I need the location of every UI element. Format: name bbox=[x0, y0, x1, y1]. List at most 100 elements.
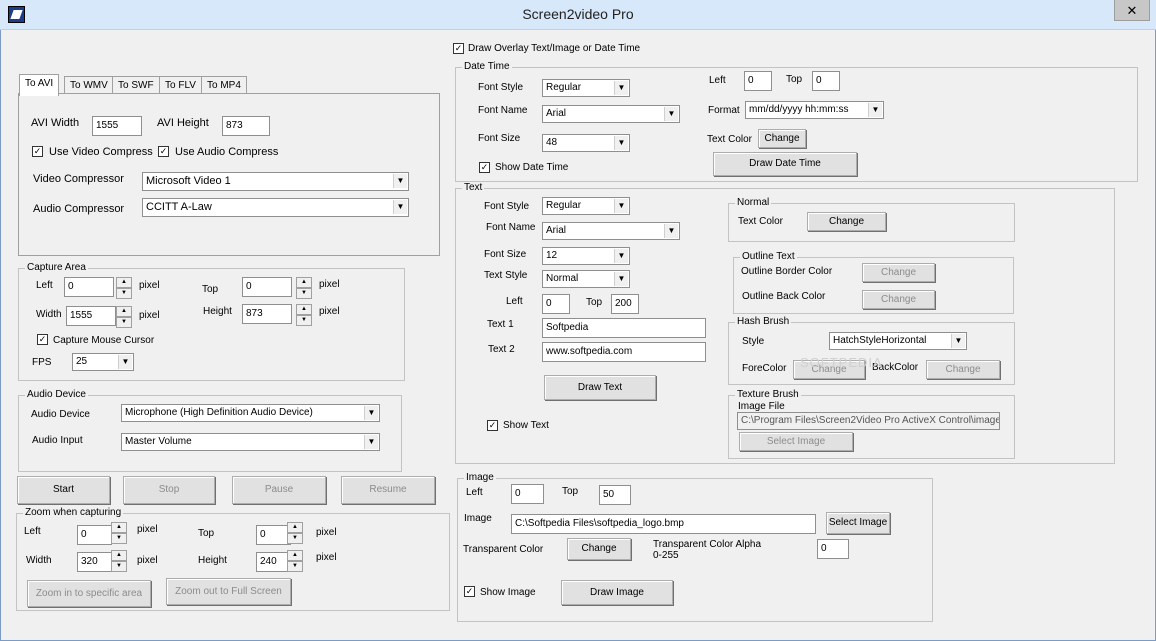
draw-image-button[interactable]: Draw Image bbox=[561, 580, 673, 605]
audio-device-select[interactable]: Microphone (High Definition Audio Device… bbox=[121, 404, 380, 422]
use-video-compress-label: Use Video Compress bbox=[49, 146, 153, 158]
zoom-out-button[interactable]: Zoom out to Full Screen bbox=[166, 578, 291, 605]
resume-button[interactable]: Resume bbox=[341, 476, 435, 504]
text1-input[interactable]: Softpedia bbox=[542, 318, 706, 338]
tab-to-mp4[interactable]: To MP4 bbox=[201, 76, 247, 94]
text-font-style-select[interactable]: Regular ▼ bbox=[542, 197, 630, 215]
image-path-input[interactable]: C:\Softpedia Files\softpedia_logo.bmp bbox=[511, 514, 816, 534]
outline-border-change-button[interactable]: Change bbox=[862, 263, 935, 282]
avi-width-input[interactable]: 1555 bbox=[92, 116, 142, 136]
text-style-select[interactable]: Normal ▼ bbox=[542, 270, 630, 288]
dt-font-size-select[interactable]: 48 ▼ bbox=[542, 134, 630, 152]
zoom-height-label: Height bbox=[198, 555, 227, 566]
use-video-compress-checkbox[interactable]: ✓ bbox=[32, 146, 43, 157]
zoom-top-spinner[interactable]: ▲ ▼ bbox=[287, 522, 303, 544]
start-button[interactable]: Start bbox=[17, 476, 110, 504]
text-font-name-select[interactable]: Arial ▼ bbox=[542, 222, 680, 240]
capture-height-spinner[interactable]: ▲ ▼ bbox=[296, 304, 312, 326]
zoom-in-button[interactable]: Zoom in to specific area bbox=[27, 580, 151, 607]
zoom-width-unit: pixel bbox=[137, 555, 158, 566]
texture-image-file-input[interactable]: C:\Program Files\Screen2Video Pro Active… bbox=[737, 412, 1000, 430]
audio-device-title: Audio Device bbox=[25, 389, 88, 400]
tab-to-swf[interactable]: To SWF bbox=[112, 76, 160, 94]
text2-input[interactable]: www.softpedia.com bbox=[542, 342, 706, 362]
text-color-label: Text Color bbox=[738, 216, 784, 227]
dt-font-name-select[interactable]: Arial ▼ bbox=[542, 105, 680, 123]
zoom-width-spinner[interactable]: ▲ ▼ bbox=[111, 550, 127, 572]
capture-width-unit: pixel bbox=[139, 310, 160, 321]
fps-select[interactable]: 25 ▼ bbox=[72, 353, 134, 371]
texture-select-image-button[interactable]: Select Image bbox=[739, 432, 853, 451]
zoom-left-input[interactable]: 0 bbox=[77, 525, 112, 545]
dt-font-name-label: Font Name bbox=[478, 105, 528, 116]
hash-style-select[interactable]: HatchStyleHorizontal ▼ bbox=[829, 332, 967, 350]
outline-back-change-button[interactable]: Change bbox=[862, 290, 935, 309]
show-text-checkbox[interactable]: ✓ bbox=[487, 420, 498, 431]
zoom-height-spinner[interactable]: ▲ ▼ bbox=[287, 550, 303, 572]
capture-left-label: Left bbox=[36, 280, 53, 291]
capture-top-spinner[interactable]: ▲ ▼ bbox=[296, 277, 312, 299]
zoom-left-spinner[interactable]: ▲ ▼ bbox=[111, 522, 127, 544]
image-select-button[interactable]: Select Image bbox=[826, 512, 890, 534]
draw-text-button[interactable]: Draw Text bbox=[544, 375, 656, 400]
transparent-alpha-label: Transparent Color Alpha bbox=[653, 539, 762, 550]
close-button[interactable]: ✕ bbox=[1114, 0, 1150, 21]
text-font-name-label: Font Name bbox=[486, 222, 536, 233]
dt-top-input[interactable]: 0 bbox=[812, 71, 840, 91]
zoom-width-input[interactable]: 320 bbox=[77, 552, 112, 572]
transparent-color-change-button[interactable]: Change bbox=[567, 538, 631, 560]
chevron-down-icon: ▼ bbox=[614, 199, 628, 213]
dt-font-size-label: Font Size bbox=[478, 133, 521, 144]
zoom-top-input[interactable]: 0 bbox=[256, 525, 291, 545]
capture-top-input[interactable]: 0 bbox=[242, 277, 292, 297]
zoom-height-input[interactable]: 240 bbox=[256, 552, 291, 572]
capture-height-unit: pixel bbox=[319, 306, 340, 317]
backcolor-change-button[interactable]: Change bbox=[926, 360, 1000, 379]
draw-overlay-checkbox[interactable]: ✓ bbox=[453, 43, 464, 54]
text-font-size-select[interactable]: 12 ▼ bbox=[542, 247, 630, 265]
tab-to-flv[interactable]: To FLV bbox=[159, 76, 202, 94]
capture-width-input[interactable]: 1555 bbox=[66, 306, 116, 326]
avi-height-input[interactable]: 873 bbox=[222, 116, 270, 136]
audio-input-select[interactable]: Master Volume ▼ bbox=[121, 433, 380, 451]
zoom-top-unit: pixel bbox=[316, 527, 337, 538]
pause-button[interactable]: Pause bbox=[232, 476, 326, 504]
dt-format-select[interactable]: mm/dd/yyyy hh:mm:ss ▼ bbox=[745, 101, 884, 119]
text-top-input[interactable]: 200 bbox=[611, 294, 639, 314]
image-label: Image bbox=[464, 513, 492, 524]
stop-button[interactable]: Stop bbox=[123, 476, 215, 504]
show-date-time-checkbox[interactable]: ✓ bbox=[479, 162, 490, 173]
avi-height-label: AVI Height bbox=[157, 117, 209, 129]
transparent-alpha-input[interactable]: 0 bbox=[817, 539, 849, 559]
text1-label: Text 1 bbox=[487, 319, 514, 330]
chevron-down-icon: ▼ bbox=[614, 249, 628, 263]
texture-brush-title: Texture Brush bbox=[735, 389, 801, 400]
draw-date-time-button[interactable]: Draw Date Time bbox=[713, 152, 857, 176]
dt-font-style-select[interactable]: Regular ▼ bbox=[542, 79, 630, 97]
video-compressor-select[interactable]: Microsoft Video 1 ▼ bbox=[142, 172, 409, 191]
text-left-input[interactable]: 0 bbox=[542, 294, 570, 314]
use-audio-compress-checkbox[interactable]: ✓ bbox=[158, 146, 169, 157]
audio-compressor-label: Audio Compressor bbox=[33, 203, 125, 215]
audio-compressor-select[interactable]: CCITT A-Law ▼ bbox=[142, 198, 409, 217]
capture-left-input[interactable]: 0 bbox=[64, 277, 114, 297]
show-image-checkbox[interactable]: ✓ bbox=[464, 586, 475, 597]
capture-width-spinner[interactable]: ▲ ▼ bbox=[116, 306, 132, 328]
chevron-down-icon: ▼ bbox=[664, 224, 678, 238]
tab-to-avi[interactable]: To AVI bbox=[19, 74, 60, 96]
title-bar: Screen2video Pro ✕ bbox=[0, 0, 1156, 30]
dt-left-input[interactable]: 0 bbox=[744, 71, 772, 91]
chevron-down-icon: ▼ bbox=[118, 355, 132, 369]
tab-to-wmv[interactable]: To WMV bbox=[64, 76, 114, 94]
capture-left-spinner[interactable]: ▲ ▼ bbox=[116, 277, 132, 299]
image-top-input[interactable]: 50 bbox=[599, 485, 631, 505]
capture-left-unit: pixel bbox=[139, 280, 160, 291]
dt-text-color-change-button[interactable]: Change bbox=[758, 129, 806, 148]
capture-height-input[interactable]: 873 bbox=[242, 304, 292, 324]
audio-input-label: Audio Input bbox=[32, 435, 83, 446]
image-left-input[interactable]: 0 bbox=[511, 484, 544, 504]
zoom-height-unit: pixel bbox=[316, 552, 337, 563]
text-color-change-button[interactable]: Change bbox=[807, 212, 886, 231]
capture-mouse-cursor-checkbox[interactable]: ✓ bbox=[37, 334, 48, 345]
capture-width-label: Width bbox=[36, 309, 62, 320]
